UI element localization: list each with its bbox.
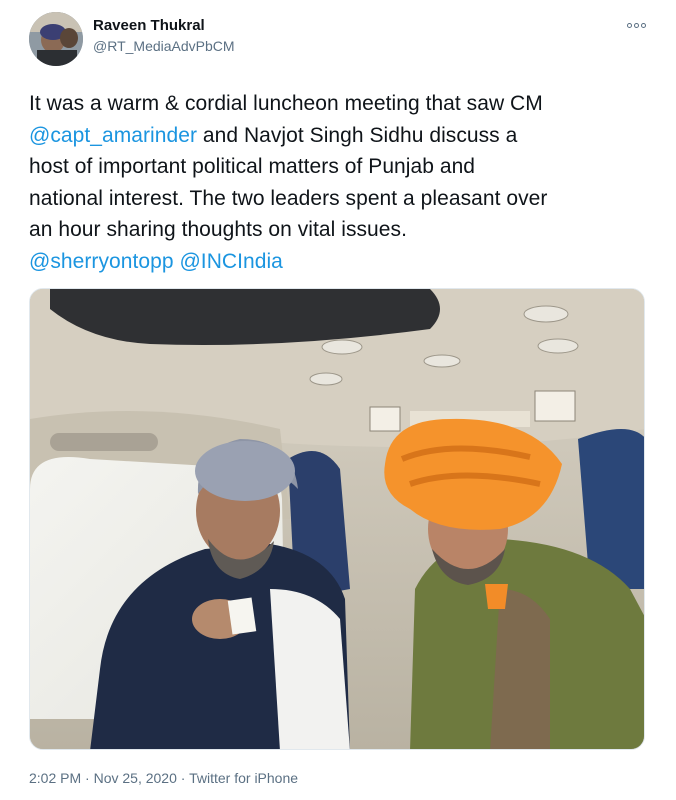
photo-illustration <box>30 289 644 749</box>
tweet-card: Raveen Thukral @RT_MediaAdvPbCM It was a… <box>0 0 676 800</box>
dot-icon <box>626 22 632 28</box>
meta-separator: · <box>81 770 94 786</box>
tweet-text: It was a warm & cordial luncheon meeting… <box>29 88 659 277</box>
author-name[interactable]: Raveen Thukral <box>93 17 205 34</box>
author-avatar[interactable] <box>29 12 83 66</box>
meta-separator: · <box>176 770 190 786</box>
tweet-source[interactable]: Twitter for iPhone <box>189 770 298 786</box>
mention-link[interactable]: @capt_amarinder <box>29 124 197 147</box>
mention-link[interactable]: @sherryontopp <box>29 250 174 273</box>
tweet-line: an hour sharing thoughts on vital issues… <box>29 218 407 241</box>
tweet-line: national interest. The two leaders spent… <box>29 186 548 210</box>
tweet-photo[interactable] <box>29 288 645 750</box>
tweet-line: @capt_amarinder and Navjot Singh Sidhu d… <box>29 120 659 152</box>
more-options-icon[interactable] <box>624 18 648 32</box>
tweet-line: host of important political matters of P… <box>29 155 476 178</box>
dot-icon <box>640 22 646 28</box>
author-handle[interactable]: @RT_MediaAdvPbCM <box>93 38 235 54</box>
tweet-line-text: and Navjot Singh Sidhu discuss a <box>196 123 518 147</box>
tweet-line: @sherryontopp @INCIndia <box>29 246 659 278</box>
tweet-line: It was a warm & cordial luncheon meeting… <box>29 92 543 115</box>
mention-link[interactable]: @INCIndia <box>179 250 282 273</box>
tweet-time[interactable]: 2:02 PM <box>29 770 81 786</box>
tweet-meta: 2:02 PM · Nov 25, 2020 · Twitter for iPh… <box>29 770 298 786</box>
dot-icon <box>633 22 639 28</box>
tweet-date[interactable]: Nov 25, 2020 <box>94 770 177 786</box>
